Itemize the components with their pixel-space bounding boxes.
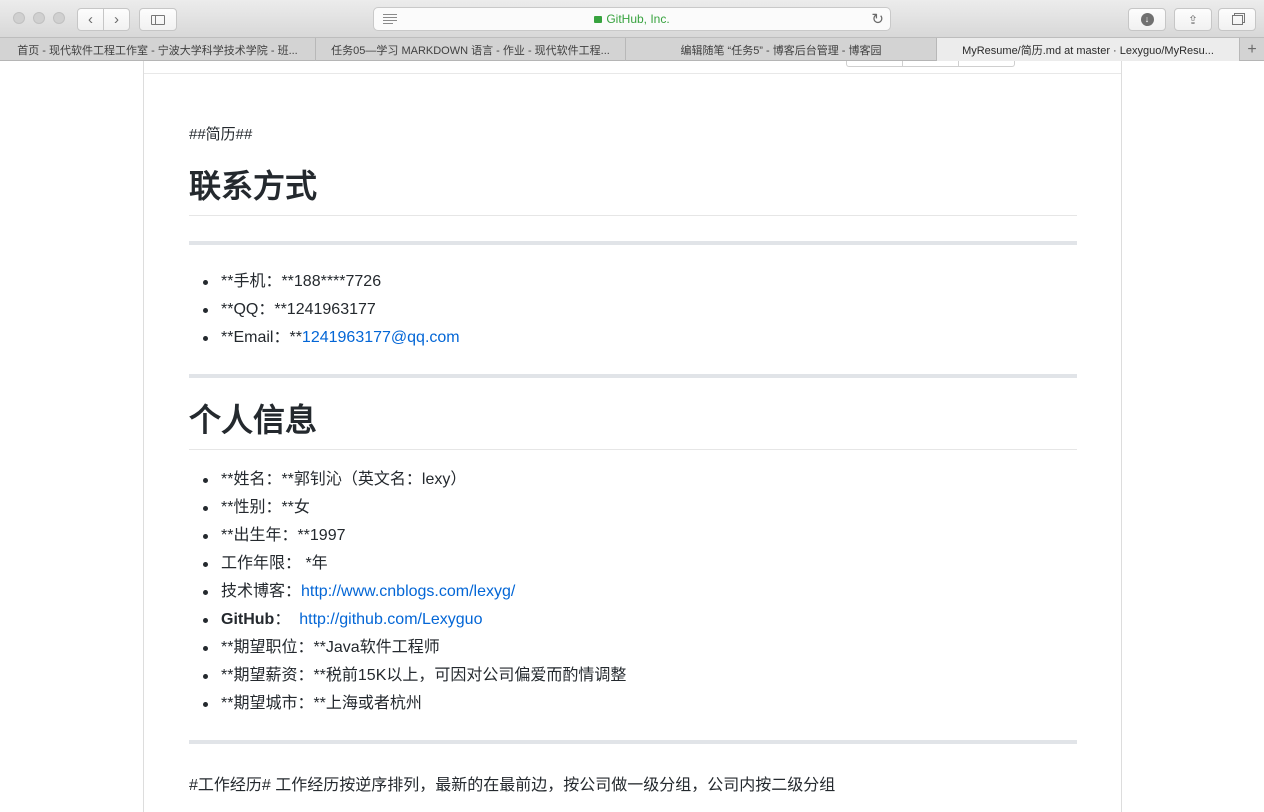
list-item: **姓名：**郭钊沁（英文名：lexy） [189,466,1077,494]
close-window-button[interactable] [13,12,25,24]
site-identity-label: GitHub, Inc. [606,12,670,26]
work-text: #工作经历# 工作经历按逆序排列，最新的在最前边，按公司做一级分组，公司内按二级… [189,777,836,794]
history-nav: ‹ › [77,8,130,31]
contact-list: **手机：**188****7726 **QQ：**1241963177 **E… [189,268,1077,352]
list-item: 技术博客：http://www.cnblogs.com/lexyg/ [189,578,1077,606]
list-item: **出生年：**1997 [189,522,1077,550]
header-divider [144,73,1121,74]
birth-text: **出生年：**1997 [221,527,346,544]
list-item: **期望城市：**上海或者杭州 [189,690,1077,718]
list-item: 工作年限： *年 [189,550,1077,578]
city-text: **期望城市：**上海或者杭州 [221,695,422,712]
personal-list: **姓名：**郭钊沁（英文名：lexy） **性别：**女 **出生年：**19… [189,466,1077,718]
gender-text: **性别：**女 [221,499,310,516]
name-text: **姓名：**郭钊沁（英文名：lexy） [221,471,467,488]
page-viewport: ##简历## 联系方式 **手机：**188****7726 **QQ：**12… [0,61,1264,812]
list-item: **性别：**女 [189,494,1077,522]
new-tab-button[interactable]: + [1240,38,1264,61]
raw-button[interactable] [847,61,902,66]
email-link[interactable]: 1241963177@qq.com [302,329,460,346]
lock-icon [594,16,603,23]
blog-link[interactable]: http://www.cnblogs.com/lexyg/ [301,583,515,600]
chevron-left-icon: ‹ [88,11,93,28]
list-item: **期望薪资：**税前15K以上，可因对公司偏爱而酌情调整 [189,662,1077,690]
list-item: **期望职位：**Java软件工程师 [189,634,1077,662]
blame-button[interactable] [902,61,958,66]
tab-1[interactable]: 首页 - 现代软件工程工作室 - 宁波大学科学技术学院 - 班... [0,38,316,61]
list-item: **Email：**1241963177@qq.com [189,324,1077,352]
address-bar[interactable]: GitHub, Inc. ↻ [373,7,891,31]
tabs-overview-icon [1231,14,1243,25]
position-text: **期望职位：**Java软件工程师 [221,639,440,656]
history-button[interactable] [958,61,1014,66]
salary-text: **期望薪资：**税前15K以上，可因对公司偏爱而酌情调整 [221,667,627,684]
list-item: **QQ：**1241963177 [189,296,1077,324]
tab-4-active[interactable]: MyResume/简历.md at master · Lexyguo/MyRes… [937,38,1240,61]
sidebar-button[interactable] [139,8,177,31]
file-actions-group [846,61,1015,67]
personal-heading: 个人信息 [189,402,1077,450]
phone-text: **手机：**188****7726 [221,273,382,290]
share-button[interactable]: ⇪ [1174,8,1212,31]
tab-2[interactable]: 任务05—学习 MARKDOWN 语言 - 作业 - 现代软件工程... [316,38,626,61]
divider [189,740,1077,744]
contact-heading: 联系方式 [189,168,1077,216]
tab-title: MyResume/简历.md at master · Lexyguo/MyRes… [962,44,1214,57]
blog-label: 技术博客： [221,583,302,600]
back-button[interactable]: ‹ [78,9,103,30]
list-item: GitHub： http://github.com/Lexyguo [189,606,1077,634]
intro-text: ##简历## [189,126,253,143]
github-link[interactable]: http://github.com/Lexyguo [299,611,482,628]
email-label: **Email：** [221,329,302,346]
tab-title: 编辑随笔 “任务5” - 博客后台管理 - 博客园 [680,44,882,57]
file-content-box: ##简历## 联系方式 **手机：**188****7726 **QQ：**12… [143,61,1122,812]
forward-button[interactable]: › [103,9,129,30]
share-icon: ⇪ [1187,12,1199,27]
zoom-window-button[interactable] [53,12,65,24]
tab-3[interactable]: 编辑随笔 “任务5” - 博客后台管理 - 博客园 [626,38,937,61]
qq-text: **QQ：**1241963177 [221,301,376,318]
tab-title: 任务05—学习 MARKDOWN 语言 - 作业 - 现代软件工程... [331,44,610,57]
divider [189,374,1077,378]
list-item: **手机：**188****7726 [189,268,1077,296]
downloads-button[interactable]: ↓ [1128,8,1166,31]
download-icon: ↓ [1140,13,1154,26]
chevron-right-icon: › [114,11,119,28]
github-label: GitHub [221,611,275,628]
tab-title: 首页 - 现代软件工程工作室 - 宁波大学科学技术学院 - 班... [17,44,298,57]
reload-icon[interactable]: ↻ [871,10,884,28]
tabs-overview-button[interactable] [1218,8,1256,31]
sidebar-icon [151,14,165,25]
minimize-window-button[interactable] [33,12,45,24]
plus-icon: + [1247,40,1257,58]
browser-toolbar: ‹ › GitHub, Inc. ↻ ↓ ⇪ [0,0,1264,38]
years-text: 工作年限： *年 [221,555,328,572]
divider [189,241,1077,245]
tab-bar: 首页 - 现代软件工程工作室 - 宁波大学科学技术学院 - 班... 任务05—… [0,38,1264,61]
github-separator: ： [274,611,291,628]
